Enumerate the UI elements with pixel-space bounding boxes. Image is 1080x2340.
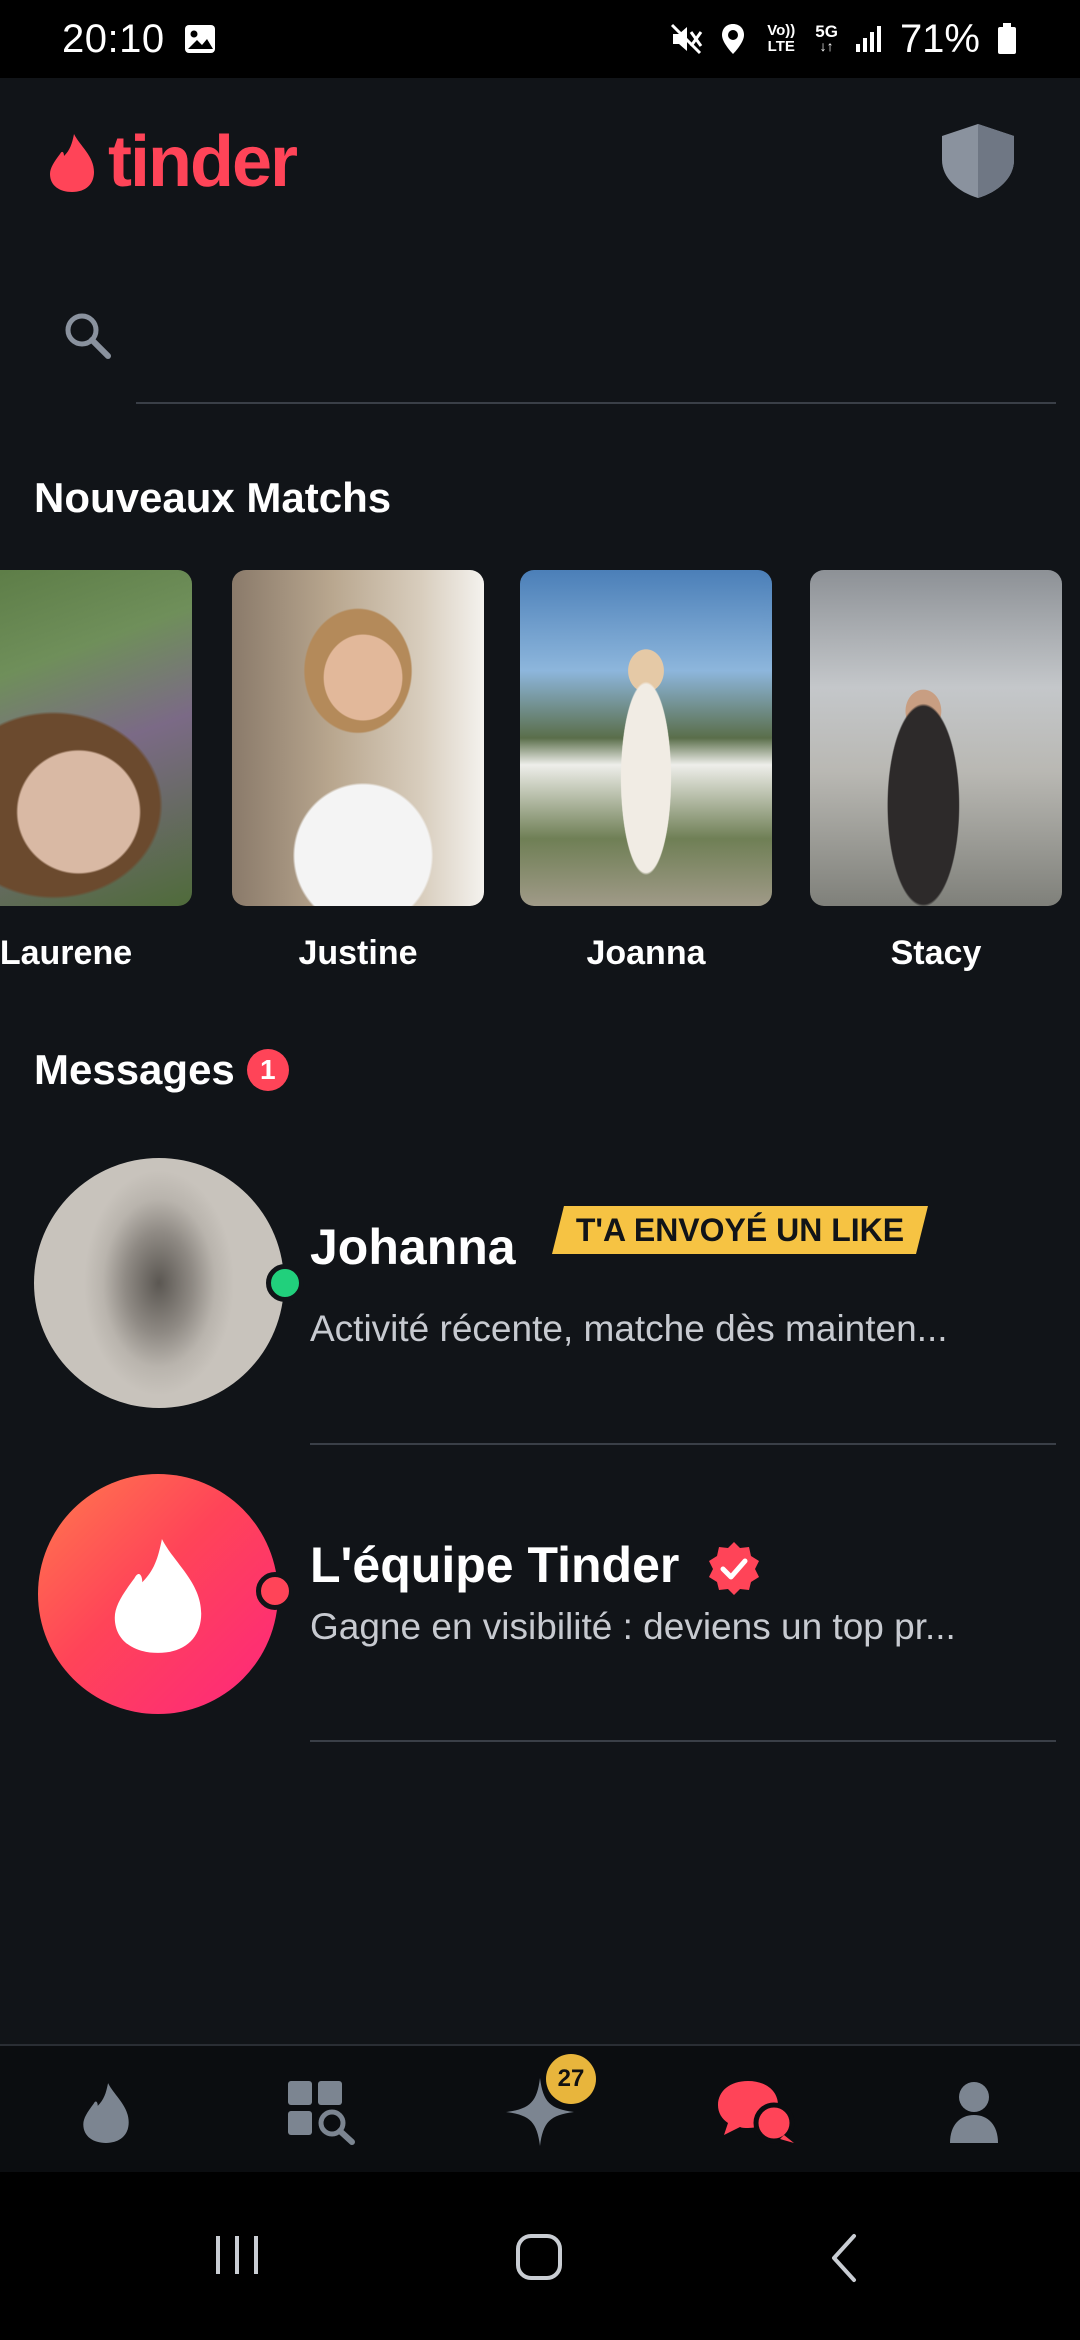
conversation-preview: Activité récente, matche dès mainten... bbox=[310, 1308, 948, 1349]
home-button[interactable] bbox=[514, 2232, 564, 2282]
nav-profile-tab[interactable] bbox=[924, 2072, 1024, 2152]
conversation-name: Johanna bbox=[310, 1219, 516, 1275]
avatar bbox=[38, 1474, 278, 1714]
search-icon bbox=[60, 308, 116, 369]
nav-explore-tab[interactable] bbox=[272, 2072, 372, 2152]
status-bar: 20:10 Vo)) LTE 5G ↓↑ 71% bbox=[0, 0, 1080, 78]
conversation-name: L'équipe Tinder bbox=[310, 1537, 680, 1593]
conversation-row[interactable]: L'équipe Tinder Gagne en visibilité : de… bbox=[0, 1472, 1080, 1752]
match-name: Stacy bbox=[890, 934, 982, 972]
battery-icon bbox=[996, 22, 1018, 56]
unread-badge: 1 bbox=[246, 1049, 289, 1091]
tinder-logo: tinder bbox=[44, 122, 298, 202]
chat-icon bbox=[718, 2081, 795, 2144]
home-icon bbox=[516, 2234, 562, 2280]
location-icon bbox=[719, 22, 747, 56]
avatar bbox=[34, 1158, 284, 1408]
flame-icon bbox=[83, 2083, 129, 2143]
nav-likes-tab[interactable]: 27 bbox=[490, 2054, 596, 2152]
signal-icon bbox=[854, 24, 884, 54]
shield-icon bbox=[942, 124, 1014, 198]
verified-badge-icon bbox=[706, 1540, 762, 1601]
online-status-dot bbox=[266, 1264, 304, 1302]
recent-apps-icon bbox=[216, 2236, 258, 2274]
search-input[interactable] bbox=[136, 300, 1056, 404]
mute-icon bbox=[669, 22, 703, 56]
nav-swipe-tab[interactable] bbox=[56, 2072, 156, 2152]
profile-icon bbox=[950, 2082, 998, 2143]
match-card[interactable]: Stacy bbox=[810, 570, 1062, 973]
screen: 20:10 Vo)) LTE 5G ↓↑ 71% tinder Nouveaux… bbox=[0, 0, 1080, 2340]
match-photo bbox=[520, 570, 772, 906]
match-name: Laurene bbox=[0, 934, 133, 972]
volte-indicator: Vo)) LTE bbox=[767, 22, 796, 55]
match-name: Joanna bbox=[586, 934, 706, 972]
match-photo bbox=[0, 570, 192, 906]
recent-apps-button[interactable] bbox=[212, 2232, 262, 2278]
conversation-preview: Gagne en visibilité : deviens un top pr.… bbox=[310, 1606, 956, 1647]
match-card[interactable]: Laurene bbox=[0, 570, 192, 973]
gallery-notification-icon bbox=[183, 22, 217, 56]
match-card[interactable]: Joanna bbox=[520, 570, 772, 973]
new-matches-title: Nouveaux Matchs bbox=[34, 474, 392, 521]
battery-percent: 71% bbox=[899, 16, 980, 61]
match-photo bbox=[810, 570, 1062, 906]
divider bbox=[310, 1740, 1056, 1742]
nav-messages-tab[interactable] bbox=[706, 2072, 806, 2152]
sent-like-tag: T'A ENVOYÉ UN LIKE bbox=[552, 1206, 929, 1254]
safety-shield-button[interactable] bbox=[938, 120, 1018, 205]
unread-status-dot bbox=[256, 1572, 294, 1610]
app-header: tinder bbox=[0, 78, 1080, 248]
likes-count-badge: 27 bbox=[546, 2054, 596, 2104]
system-navigation-bar bbox=[0, 2172, 1080, 2340]
tinder-flame-icon bbox=[114, 1539, 202, 1653]
back-icon bbox=[832, 2234, 856, 2282]
tinder-flame-icon bbox=[50, 134, 94, 192]
explore-icon bbox=[288, 2081, 355, 2145]
divider bbox=[310, 1443, 1056, 1445]
search-bar bbox=[60, 300, 1056, 406]
logo-text: tinder bbox=[108, 122, 298, 202]
status-time: 20:10 bbox=[62, 16, 165, 61]
bottom-navigation: 27 bbox=[0, 2044, 1080, 2172]
match-name: Justine bbox=[298, 934, 418, 972]
match-photo bbox=[232, 570, 484, 906]
back-button[interactable] bbox=[826, 2232, 862, 2284]
messages-header: Messages 1 bbox=[34, 1046, 289, 1094]
conversation-row[interactable]: Johanna T'A ENVOYÉ UN LIKE Activité réce… bbox=[0, 1158, 1080, 1448]
new-matches-list: Laurene Justine Joanna Stacy bbox=[0, 570, 1080, 990]
match-card[interactable]: Justine bbox=[232, 570, 484, 973]
network-5g-indicator: 5G ↓↑ bbox=[815, 22, 838, 54]
messages-title: Messages bbox=[34, 1046, 235, 1093]
